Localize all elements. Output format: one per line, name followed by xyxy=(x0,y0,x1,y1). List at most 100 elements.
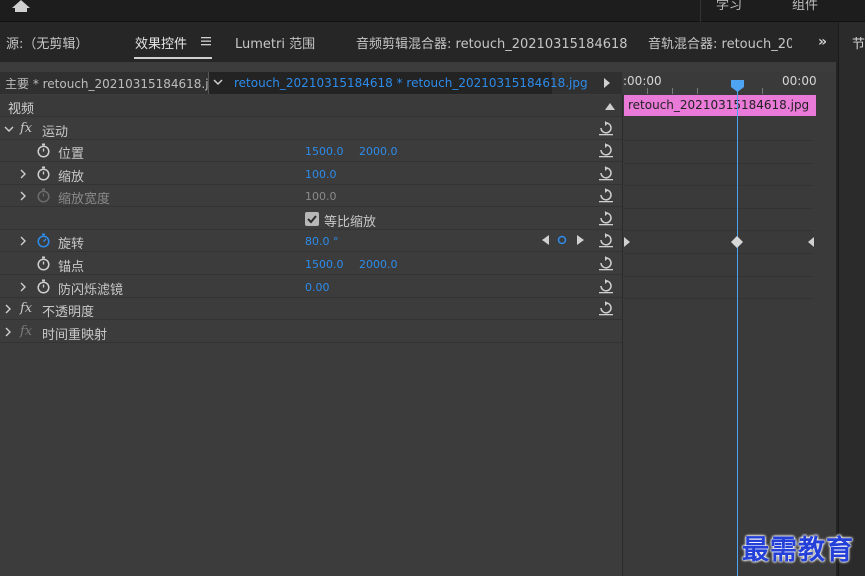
reset-icon[interactable] xyxy=(598,211,614,226)
stopwatch-icon[interactable] xyxy=(36,166,51,181)
video-section-header: 视频 xyxy=(0,95,622,117)
antiflicker-value[interactable]: 0.00 xyxy=(305,281,330,294)
effect-row-opacity[interactable]: fx 不透明度 xyxy=(0,298,622,320)
ruler-tick xyxy=(697,88,698,94)
master-clip-label[interactable]: 主要 * retouch_20210315184618.jpg xyxy=(5,75,224,92)
timecode-start: :00:00 xyxy=(623,74,662,88)
property-row-rotation[interactable]: 旋转 80.0 ° xyxy=(0,230,622,252)
tab-lumetri-scopes[interactable]: Lumetri 范围 xyxy=(235,33,315,52)
uniform-scale-label: 等比缩放 xyxy=(324,215,377,230)
expand-chevron-right-icon[interactable] xyxy=(3,326,13,338)
tab-audio-clip-mixer[interactable]: 音频剪辑混合器: retouch_20210315184618 xyxy=(356,33,628,52)
scale-label: 缩放 xyxy=(58,170,85,185)
timeline-row-divider xyxy=(624,253,814,254)
fx-badge-icon[interactable]: fx xyxy=(20,121,32,136)
workspace-divider xyxy=(700,0,701,22)
timeline-row-divider xyxy=(624,185,814,186)
timeline-row-divider xyxy=(624,230,814,231)
playhead-handle-icon[interactable] xyxy=(731,80,744,92)
reset-icon[interactable] xyxy=(598,188,614,203)
workspace-tab-learn[interactable]: 学习 xyxy=(716,0,742,13)
uniform-scale-checkbox[interactable] xyxy=(305,212,319,226)
expand-chevron-right-icon[interactable] xyxy=(18,168,28,180)
anchor-label: 锚点 xyxy=(58,260,85,275)
active-tab-indicator xyxy=(134,57,212,59)
scale-value[interactable]: 100.0 xyxy=(305,168,337,181)
add-keyframe-icon[interactable] xyxy=(557,235,567,245)
time-ruler[interactable]: :00:00 00:00 xyxy=(622,72,836,94)
property-row-uniform-scale[interactable]: 等比缩放 xyxy=(0,208,622,230)
playhead-line[interactable] xyxy=(737,84,738,576)
position-x-value[interactable]: 1500.0 xyxy=(305,145,344,158)
timecode-end: 00:00 xyxy=(782,74,817,88)
ruler-tick xyxy=(647,88,648,94)
timeline-clip-name: retouch_20210315184618.jpg xyxy=(628,98,810,112)
reset-icon[interactable] xyxy=(598,233,614,248)
timeline-row-divider xyxy=(624,140,814,141)
timeline-row-divider xyxy=(624,208,814,209)
timeline-clip[interactable]: retouch_20210315184618.jpg xyxy=(624,95,816,116)
property-row-scale[interactable]: 缩放 100.0 xyxy=(0,163,622,185)
scale-width-label: 缩放宽度 xyxy=(58,192,111,207)
reset-icon[interactable] xyxy=(598,256,614,271)
effect-row-motion[interactable]: fx 运动 xyxy=(0,118,622,140)
position-y-value[interactable]: 2000.0 xyxy=(359,145,398,158)
expand-chevron-right-icon[interactable] xyxy=(3,303,13,315)
fx-badge-icon[interactable]: fx xyxy=(20,301,32,316)
scale-width-value: 100.0 xyxy=(305,190,337,203)
reset-icon[interactable] xyxy=(598,166,614,181)
position-label: 位置 xyxy=(58,147,85,162)
sequence-clip-label[interactable]: retouch_20210315184618 * retouch_2021031… xyxy=(234,76,588,90)
anchor-x-value[interactable]: 1500.0 xyxy=(305,258,344,271)
reset-icon[interactable] xyxy=(598,143,614,158)
stopwatch-icon[interactable] xyxy=(36,279,51,294)
reset-icon[interactable] xyxy=(598,121,614,136)
keyframe-timeline[interactable] xyxy=(622,72,836,576)
chevron-down-icon[interactable] xyxy=(213,75,223,89)
workspace-tab-assembly[interactable]: 组件 xyxy=(792,0,818,13)
tab-right-panel[interactable]: 节 xyxy=(852,33,865,52)
expand-chevron-right-icon[interactable] xyxy=(18,281,28,293)
previous-keyframe-icon[interactable] xyxy=(542,235,550,245)
home-icon[interactable] xyxy=(10,0,32,12)
property-row-position[interactable]: 位置 1500.0 2000.0 xyxy=(0,140,622,162)
collapse-triangle-icon[interactable] xyxy=(605,102,615,110)
property-row-scale-width[interactable]: 缩放宽度 100.0 xyxy=(0,185,622,207)
panel-menu-icon[interactable] xyxy=(201,36,211,46)
watermark-logo: 最需教育 xyxy=(742,535,854,566)
checkmark-icon xyxy=(307,215,317,224)
stopwatch-active-icon[interactable] xyxy=(36,233,51,248)
property-row-anchor[interactable]: 锚点 1500.0 2000.0 xyxy=(0,253,622,275)
timeline-end-marker-icon xyxy=(808,237,814,247)
sequence-clip-selector[interactable]: retouch_20210315184618 * retouch_2021031… xyxy=(208,72,588,94)
tab-source[interactable]: 源:（无剪辑） xyxy=(6,33,88,52)
play-only-clip-icon[interactable] xyxy=(604,78,610,88)
expand-chevron-right-icon[interactable] xyxy=(18,235,28,247)
stopwatch-icon[interactable] xyxy=(36,256,51,271)
rotation-label: 旋转 xyxy=(58,237,85,252)
property-row-antiflicker[interactable]: 防闪烁滤镜 0.00 xyxy=(0,276,622,298)
expand-chevron-down-icon[interactable] xyxy=(4,123,14,135)
timeline-row-divider xyxy=(624,163,814,164)
opacity-label: 不透明度 xyxy=(42,305,95,320)
anchor-y-value[interactable]: 2000.0 xyxy=(359,258,398,271)
stopwatch-icon[interactable] xyxy=(36,143,51,158)
rotation-value[interactable]: 80.0 ° xyxy=(305,235,339,248)
timeline-row-divider xyxy=(624,298,814,299)
timeline-start-marker-icon xyxy=(624,237,630,247)
more-tabs-chevron-icon[interactable]: » xyxy=(818,34,827,50)
reset-icon[interactable] xyxy=(598,301,614,316)
next-keyframe-icon[interactable] xyxy=(576,235,584,245)
effect-row-time-remap[interactable]: fx 时间重映射 xyxy=(0,321,622,343)
motion-label: 运动 xyxy=(42,125,69,140)
video-header-label: 视频 xyxy=(8,102,35,117)
panel-tabs: 源:（无剪辑） 效果控件 Lumetri 范围 音频剪辑混合器: retouch… xyxy=(0,22,865,62)
keyframe-diamond-icon[interactable] xyxy=(731,236,743,248)
tab-audio-track-mixer[interactable]: 音轨混合器: retouch_202 xyxy=(648,33,792,52)
workspace-bar: 学习 组件 xyxy=(0,0,865,22)
time-remap-label: 时间重映射 xyxy=(42,328,108,343)
expand-chevron-right-icon[interactable] xyxy=(18,190,28,202)
right-panel-strip xyxy=(838,22,865,576)
tab-effect-controls[interactable]: 效果控件 xyxy=(135,33,187,52)
reset-icon[interactable] xyxy=(598,279,614,294)
